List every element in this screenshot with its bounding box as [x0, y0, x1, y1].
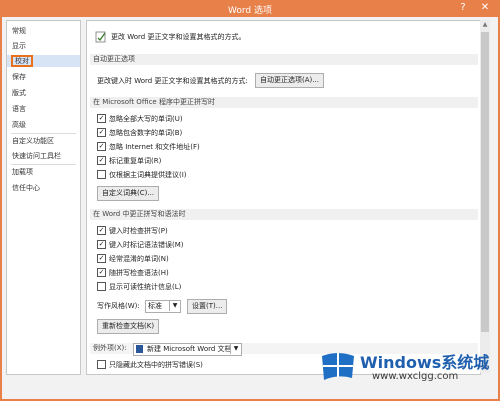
exceptions-label: 例外项(X): [93, 344, 127, 352]
sidebar-item-proofing[interactable]: 校对 [7, 55, 80, 67]
checkbox[interactable]: ✓ [97, 127, 106, 137]
option-main-dictionary[interactable]: 仅根据主词典提供建议(I) [97, 169, 187, 181]
checkbox[interactable]: ✓ [97, 113, 106, 123]
option-label: 忽略 Internet 和文件地址(F) [109, 143, 200, 151]
option-hide-spelling-errors[interactable]: 只隐藏此文档中的拼写错误(S) [97, 359, 203, 371]
option-label: 显示可读性统计信息(L) [109, 283, 182, 291]
proofing-icon [95, 31, 107, 43]
sidebar-item-display[interactable]: 显示 [12, 40, 26, 52]
option-label: 标记重复单词(R) [109, 157, 162, 165]
checkbox[interactable]: ✓ [97, 225, 106, 235]
exceptions-document-select[interactable]: 新建 Microsoft Word 文档 ▼ [133, 343, 242, 356]
option-label: 键入时检查拼写(P) [109, 227, 168, 235]
sidebar-item-general[interactable]: 常规 [12, 25, 26, 37]
sidebar-item-trust-center[interactable]: 信任中心 [12, 182, 40, 194]
autocorrect-label: 更改键入时 Word 更正文字和设置其格式的方式: [97, 77, 248, 85]
checkbox[interactable] [97, 281, 106, 291]
writing-style-label: 写作风格(W): [97, 302, 140, 310]
windows-logo-icon [322, 353, 354, 380]
autocorrect-options-button[interactable]: 自动更正选项(A)... [255, 73, 324, 88]
chevron-down-icon: ▼ [169, 301, 180, 311]
sidebar-item-label: 校对 [11, 55, 33, 67]
checkbox[interactable]: ✓ [97, 155, 106, 165]
option-mark-grammar[interactable]: ✓ 键入时标记语法错误(M) [97, 239, 184, 251]
checkbox[interactable]: ✓ [97, 267, 106, 277]
exceptions-document-value: 新建 Microsoft Word 文档 [147, 345, 232, 353]
sidebar-item-quick-access[interactable]: 快速访问工具栏 [12, 150, 61, 162]
option-label: 经常混淆的单词(N) [109, 255, 169, 263]
section-office-spelling: 在 Microsoft Office 程序中更正拼写时 [90, 97, 478, 108]
help-button[interactable]: ? [454, 1, 472, 15]
close-button[interactable]: ✕ [476, 1, 494, 15]
option-readability[interactable]: 显示可读性统计信息(L) [97, 281, 182, 293]
option-label: 仅根据主词典提供建议(I) [109, 171, 187, 179]
checkbox[interactable]: ✓ [97, 239, 106, 249]
grammar-settings-button[interactable]: 设置(T)... [187, 299, 228, 314]
watermark-brand: Windows系统城 [360, 353, 490, 372]
option-label: 忽略全部大写的单词(U) [109, 115, 183, 123]
writing-style-select[interactable]: 标准 ▼ [145, 300, 181, 313]
scroll-thumb[interactable] [481, 32, 489, 332]
section-autocorrect: 自动更正选项 [90, 54, 478, 65]
window-title: Word 选项 [228, 6, 272, 16]
sidebar-divider [11, 164, 76, 165]
custom-dictionaries-button[interactable]: 自定义词典(C)... [97, 186, 160, 201]
sidebar-item-language[interactable]: 语言 [12, 103, 26, 115]
chevron-down-icon: ▼ [230, 344, 241, 354]
option-ignore-internet[interactable]: ✓ 忽略 Internet 和文件地址(F) [97, 141, 200, 153]
watermark: Windows系统城 www.wxclgg.com [318, 343, 498, 401]
checkbox[interactable]: ✓ [97, 253, 106, 263]
sidebar-item-layout[interactable]: 版式 [12, 87, 26, 99]
title-bar: Word 选项 ? ✕ [0, 0, 500, 17]
option-confused-words[interactable]: ✓ 经常混淆的单词(N) [97, 253, 169, 265]
sidebar-divider [11, 133, 76, 134]
sidebar-item-advanced[interactable]: 高级 [12, 119, 26, 131]
writing-style-value: 标准 [148, 302, 162, 310]
proofing-panel: 更改 Word 更正文字和设置其格式的方式。 自动更正选项 更改键入时 Word… [86, 20, 481, 375]
option-label: 只隐藏此文档中的拼写错误(S) [109, 361, 203, 369]
option-ignore-uppercase[interactable]: ✓ 忽略全部大写的单词(U) [97, 113, 183, 125]
page-description: 更改 Word 更正文字和设置其格式的方式。 [111, 33, 246, 41]
word-document-icon [136, 345, 143, 353]
option-flag-repeated[interactable]: ✓ 标记重复单词(R) [97, 155, 162, 167]
sidebar-item-save[interactable]: 保存 [12, 71, 26, 83]
option-label: 随拼写检查语法(H) [109, 269, 169, 277]
sidebar-item-addins[interactable]: 加载项 [12, 166, 33, 178]
recheck-document-button[interactable]: 重新检查文档(K) [97, 319, 160, 334]
sidebar-item-customize-ribbon[interactable]: 自定义功能区 [12, 135, 54, 147]
option-check-spelling[interactable]: ✓ 键入时检查拼写(P) [97, 225, 168, 237]
checkbox[interactable] [97, 169, 106, 179]
option-label: 键入时标记语法错误(M) [109, 241, 184, 249]
scroll-up-icon[interactable]: ▲ [480, 20, 490, 30]
checkbox[interactable] [97, 359, 106, 369]
section-word-grammar: 在 Word 中更正拼写和语法时 [90, 209, 478, 220]
checkbox[interactable]: ✓ [97, 141, 106, 151]
options-sidebar: 常规 显示 校对 保存 版式 语言 高级 自定义功能区 快速访问工具栏 加载项 … [6, 20, 81, 375]
option-label: 忽略包含数字的单词(B) [109, 129, 183, 137]
watermark-url: www.wxclgg.com [372, 371, 459, 382]
option-grammar-with-spelling[interactable]: ✓ 随拼写检查语法(H) [97, 267, 169, 279]
panel-scrollbar[interactable]: ▲ ▼ [480, 20, 490, 373]
option-ignore-numbers[interactable]: ✓ 忽略包含数字的单词(B) [97, 127, 183, 139]
